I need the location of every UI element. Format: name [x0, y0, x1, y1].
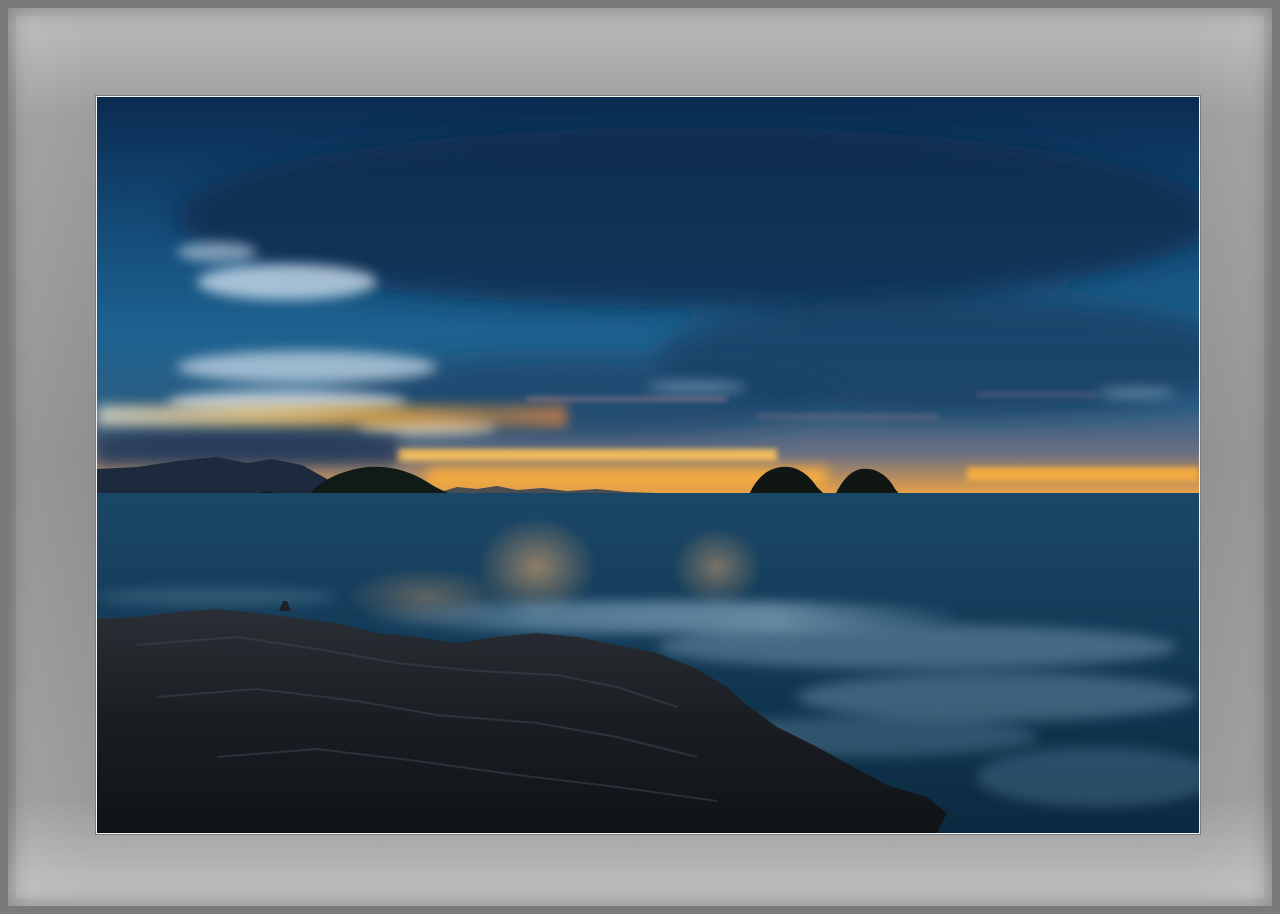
- photo: [96, 96, 1200, 834]
- seascape-photo: [97, 97, 1199, 833]
- picture-frame: [0, 0, 1280, 914]
